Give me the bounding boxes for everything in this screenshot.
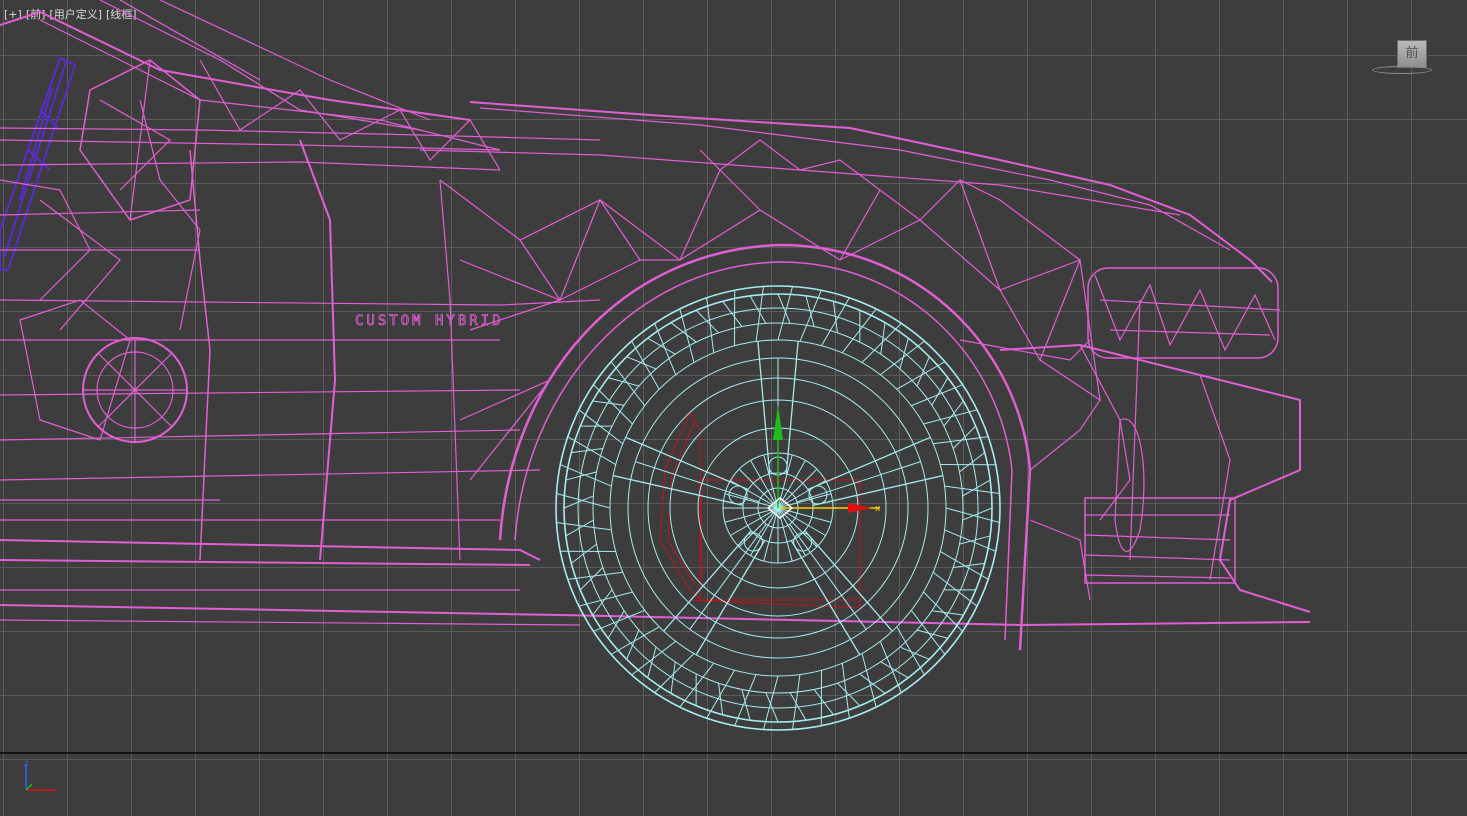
viewcube-compass-ring[interactable]: [1372, 66, 1432, 74]
viewport-front[interactable]: [+] [前] [用户定义] [线框] CUSTOM HYBRID x 前 z: [0, 0, 1467, 816]
axis-z-label: z: [24, 759, 29, 769]
axis-tripod-icon: z: [24, 759, 56, 791]
viewcube[interactable]: 前: [1372, 36, 1432, 78]
fender-badge: CUSTOM HYBRID: [355, 313, 504, 329]
brake-caliper-wireframe[interactable]: [659, 411, 861, 609]
ground-grid-line: [0, 752, 1467, 754]
svg-text:x: x: [875, 504, 881, 514]
viewcube-front-face[interactable]: 前: [1397, 40, 1427, 68]
wireframe-scene: CUSTOM HYBRID x: [0, 0, 1311, 731]
